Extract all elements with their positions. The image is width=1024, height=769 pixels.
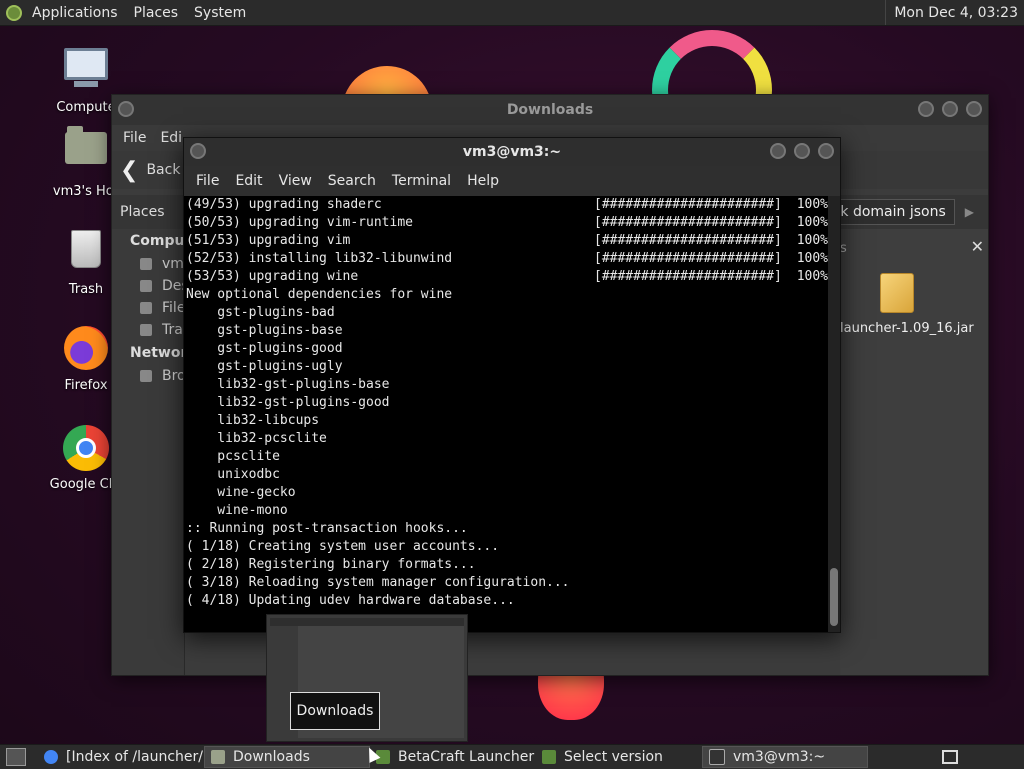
terminal-line: lib32-gst-plugins-good <box>186 395 390 410</box>
sidebar-item-trash[interactable]: Tra <box>112 319 184 341</box>
minimize-button[interactable] <box>770 143 786 159</box>
close-button[interactable] <box>818 143 834 159</box>
sidebar-item-home[interactable]: vm3 <box>112 253 184 275</box>
terminal-line: lib32-libcups <box>186 413 320 428</box>
terminal-progress-line: (52/53) installing lib32-libunwind [#####… <box>186 251 828 266</box>
file-name-label[interactable]: launcher-1.09_16.jar <box>840 321 974 336</box>
terminal-line: ( 1/18) Creating system user accounts... <box>186 539 500 554</box>
menu-file[interactable]: File <box>188 173 227 189</box>
workspace-switcher-icon[interactable] <box>942 750 958 764</box>
terminal-window: vm3@vm3:~ File Edit View Search Terminal… <box>183 137 841 633</box>
back-button[interactable]: Back <box>146 162 180 178</box>
menu-applications[interactable]: Applications <box>24 5 126 21</box>
close-pane-icon[interactable]: ✕ <box>971 237 984 256</box>
jar-file-icon[interactable] <box>880 273 914 313</box>
menu-file[interactable]: File <box>116 130 153 146</box>
terminal-line: ( 4/18) Updating udev hardware database.… <box>186 593 515 608</box>
menu-places[interactable]: Places <box>126 5 187 21</box>
terminal-scrollbar[interactable] <box>828 196 840 632</box>
terminal-line: :: Running post-transaction hooks... <box>186 521 468 536</box>
panel-separator <box>885 0 887 25</box>
terminal-progress-line: (49/53) upgrading shaderc [##############… <box>186 197 828 212</box>
sidebar-section-network: Network <box>130 345 197 361</box>
bottom-taskbar: [Index of /launcher/... Downloads BetaCr… <box>0 744 1024 769</box>
maximize-button[interactable] <box>942 101 958 117</box>
terminal-line: gst-plugins-base <box>186 323 343 338</box>
sidebar-item-desktop[interactable]: Des <box>112 275 184 297</box>
terminal-line: wine-mono <box>186 503 288 518</box>
terminal-line: ( 3/18) Reloading system manager configu… <box>186 575 570 590</box>
file-manager-titlebar[interactable]: Downloads <box>112 95 988 125</box>
menu-system[interactable]: System <box>186 5 254 21</box>
terminal-line: ( 2/18) Registering binary formats... <box>186 557 476 572</box>
show-desktop-icon[interactable] <box>6 748 26 766</box>
task-downloads[interactable]: Downloads <box>204 746 370 768</box>
terminal-titlebar[interactable]: vm3@vm3:~ <box>184 138 840 166</box>
terminal-menubar: File Edit View Search Terminal Help <box>184 166 840 196</box>
computer-icon <box>62 48 110 96</box>
folder-icon <box>211 750 225 764</box>
top-panel: Applications Places System Mon Dec 4, 03… <box>0 0 1024 26</box>
terminal-line: lib32-gst-plugins-base <box>186 377 390 392</box>
terminal-progress-line: (53/53) upgrading wine [#################… <box>186 269 828 284</box>
chrome-icon <box>44 750 58 764</box>
minimize-button[interactable] <box>918 101 934 117</box>
trash-icon <box>140 324 152 336</box>
terminal-line: unixodbc <box>186 467 280 482</box>
drive-icon <box>140 302 152 314</box>
task-terminal[interactable]: vm3@vm3:~ <box>702 746 868 768</box>
preview-tooltip: Downloads <box>290 692 380 730</box>
back-arrow-icon[interactable]: ❮ <box>120 158 138 183</box>
window-menu-icon[interactable] <box>118 101 134 117</box>
tab-label-fragment: s <box>840 241 847 256</box>
window-menu-icon[interactable] <box>190 143 206 159</box>
betacraft-icon <box>542 750 556 764</box>
menu-search[interactable]: Search <box>320 173 384 189</box>
terminal-line: pcsclite <box>186 449 280 464</box>
clock[interactable]: Mon Dec 4, 03:23 <box>894 5 1024 21</box>
terminal-line: wine-gecko <box>186 485 296 500</box>
distro-logo-icon[interactable] <box>6 4 22 21</box>
terminal-output[interactable]: (49/53) upgrading shaderc [##############… <box>184 196 828 632</box>
sidebar-item-filesystem[interactable]: File <box>112 297 184 319</box>
menu-edit[interactable]: Edit <box>227 173 270 189</box>
terminal-line: gst-plugins-good <box>186 341 343 356</box>
close-button[interactable] <box>966 101 982 117</box>
task-select-version[interactable]: Select version <box>536 746 702 768</box>
desktop-icon <box>140 280 152 292</box>
terminal-line: gst-plugins-ugly <box>186 359 343 374</box>
firefox-icon <box>62 326 110 374</box>
terminal-line: gst-plugins-bad <box>186 305 335 320</box>
terminal-line: lib32-pcsclite <box>186 431 327 446</box>
menu-view[interactable]: View <box>271 173 320 189</box>
network-icon <box>140 370 152 382</box>
terminal-progress-line: (51/53) upgrading vim [##################… <box>186 233 828 248</box>
task-betacraft-launcher[interactable]: BetaCraft Launcher ... <box>370 746 536 768</box>
menu-help[interactable]: Help <box>459 173 507 189</box>
scrollbar-thumb[interactable] <box>830 568 838 626</box>
terminal-title: vm3@vm3:~ <box>462 144 562 160</box>
task-chrome[interactable]: [Index of /launcher/... <box>38 746 204 768</box>
chevron-right-icon[interactable]: ▶ <box>965 205 974 219</box>
file-manager-content: s ✕ launcher-1.09_16.jar <box>840 229 988 675</box>
home-icon <box>140 258 152 270</box>
terminal-progress-line: (50/53) upgrading vim-runtime [##########… <box>186 215 828 230</box>
chrome-icon <box>62 425 110 473</box>
file-manager-sidebar: Comput vm3 Des File Tra Network Bro <box>112 229 197 675</box>
file-manager-title: Downloads <box>506 102 594 118</box>
menu-terminal[interactable]: Terminal <box>384 173 459 189</box>
terminal-line: New optional dependencies for wine <box>186 287 453 302</box>
maximize-button[interactable] <box>794 143 810 159</box>
sidebar-section-computer: Comput <box>130 233 192 249</box>
terminal-icon <box>709 749 725 765</box>
trash-icon <box>62 230 110 278</box>
home-folder-icon <box>62 126 110 180</box>
sidebar-item-browse-network[interactable]: Bro <box>112 365 184 387</box>
